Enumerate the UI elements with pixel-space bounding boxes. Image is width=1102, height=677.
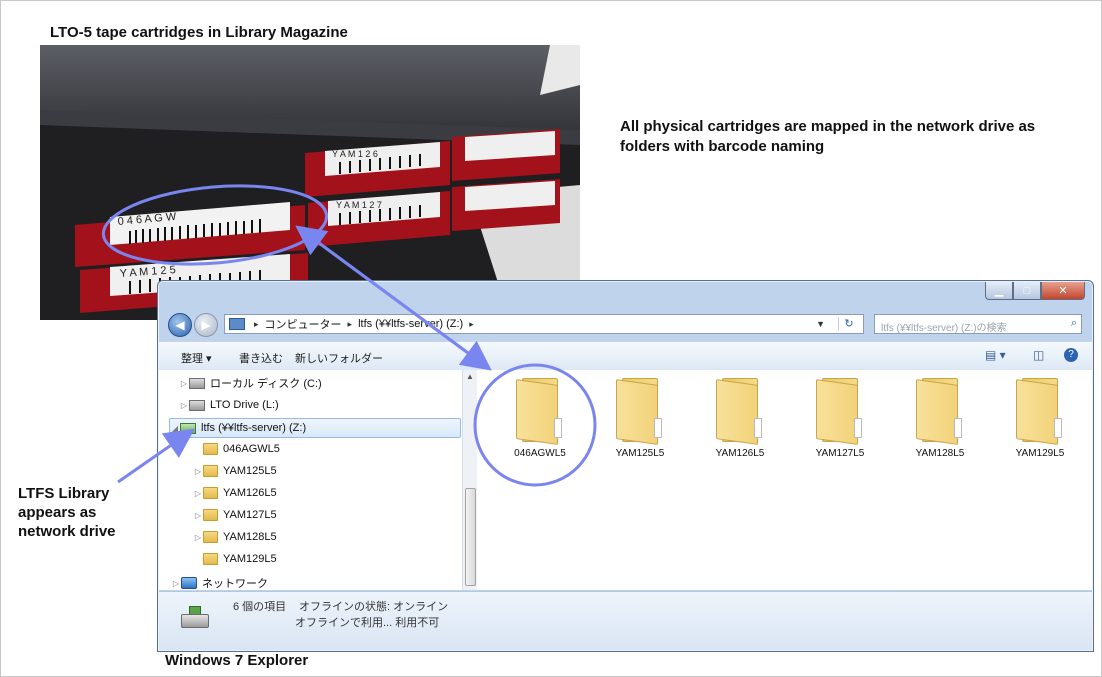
annotation-overlay	[117, 225, 597, 487]
highlight-circle-folder	[473, 363, 597, 487]
ltfs-note: LTFS Library appears as network drive	[18, 485, 116, 540]
arrow-to-folder	[299, 227, 492, 371]
arrow-to-network-drive	[117, 428, 195, 484]
explorer-caption: Windows 7 Explorer	[165, 652, 309, 669]
